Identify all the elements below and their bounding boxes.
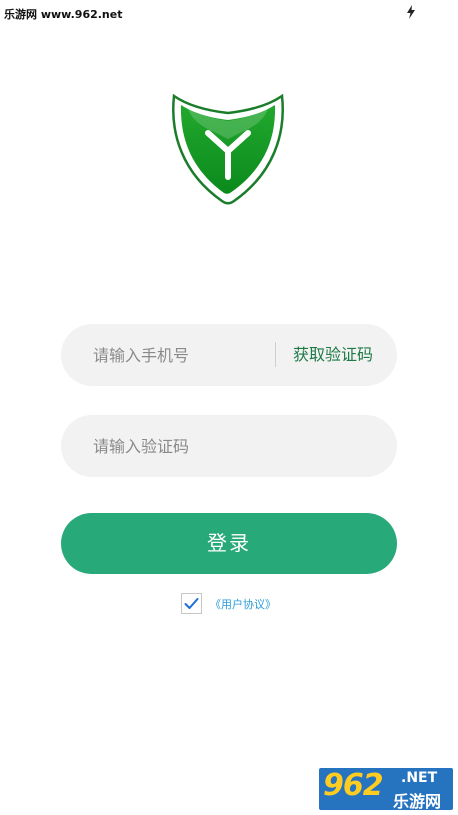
agreement-checkbox[interactable] [181, 593, 202, 614]
watermark-name: 乐游网 [393, 792, 442, 811]
flash-icon [407, 5, 415, 19]
phone-field-container: 获取验证码 [61, 324, 397, 386]
shield-logo-icon [172, 93, 284, 205]
field-divider [275, 342, 276, 367]
user-agreement-link[interactable]: 《用户协议》 [210, 596, 276, 612]
checkmark-icon [184, 598, 199, 609]
site-watermark: 962 .NET 乐游网 [319, 768, 453, 811]
login-button[interactable]: 登录 [61, 513, 397, 574]
watermark-suffix: .NET [401, 770, 438, 786]
code-field-container [61, 415, 397, 477]
phone-input[interactable] [93, 324, 268, 386]
get-code-button[interactable]: 获取验证码 [293, 324, 373, 386]
verification-code-input[interactable] [93, 415, 373, 477]
status-bar: 乐游网 www.962.net [0, 0, 458, 26]
watermark-number: 962 [323, 768, 384, 803]
status-bar-text: 乐游网 www.962.net [4, 8, 123, 21]
